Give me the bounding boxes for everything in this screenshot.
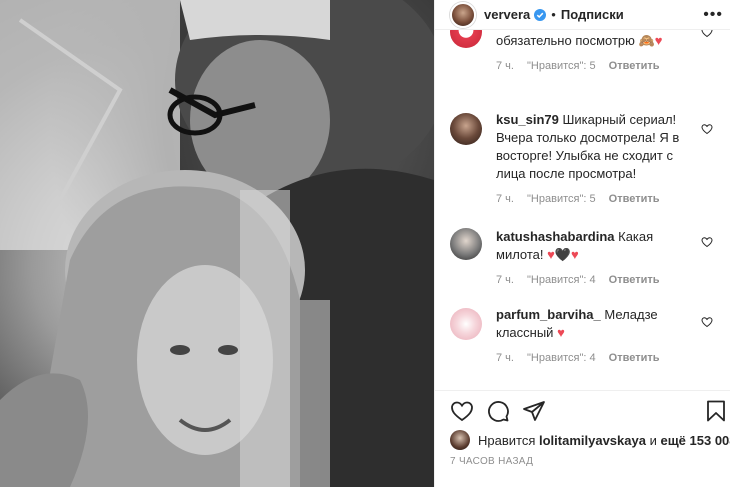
comment-time: 7 ч. [496,60,514,72]
commenter-username[interactable]: katushashabardina [496,229,615,244]
comment-likes[interactable]: "Нравится": 5 [527,193,596,205]
comment-meta: 7 ч. "Нравится": 4 Ответить [496,274,670,286]
like-comment-heart-icon[interactable] [701,316,713,328]
likes-middle: и [649,432,657,448]
share-direct-icon[interactable] [522,399,546,423]
comment-emoji: ♥🖤♥ [547,247,579,262]
commenter-username[interactable]: ksu_sin79 [496,112,559,127]
following-button[interactable]: Подписки [561,7,624,22]
comment-body: parfum_barviha_ Меладзе классный ♥ [496,306,701,342]
post-photo[interactable] [0,0,434,487]
commenter-avatar[interactable] [450,228,482,260]
reply-button[interactable]: Ответить [609,193,660,205]
likes-prefix: Нравится [478,432,536,448]
likes-summary: Нравится lolitamilyavskaya и ещё 153 008 [450,430,730,450]
post-header: ververa • Подписки ••• [435,0,730,30]
like-comment-heart-icon[interactable] [701,236,713,248]
post-time-ago[interactable]: 7 ЧАСОВ НАЗАД [450,456,533,467]
liker-username[interactable]: lolitamilyavskaya [539,433,646,448]
like-comment-heart-icon[interactable] [701,123,713,135]
likes-count[interactable]: ещё 153 008 [660,433,730,448]
comment-body: katushashabardina Какая милота! ♥🖤♥ [496,228,701,264]
comment-body: lolitamilyavskaya Спасибо! обязательно п… [496,30,701,50]
author-username[interactable]: ververa [484,7,530,22]
comment-time: 7 ч. [496,274,514,286]
comment-time: 7 ч. [496,193,514,205]
photo-illustration [0,0,434,487]
author-avatar[interactable] [450,1,476,28]
comment-likes[interactable]: "Нравится": 4 [527,274,596,286]
more-options-icon[interactable]: ••• [703,6,723,24]
reply-button[interactable]: Ответить [609,60,660,72]
reply-button[interactable]: Ответить [609,352,660,364]
reply-button[interactable]: Ответить [609,274,660,286]
comment-meta: 7 ч. "Нравится": 5 Ответить [496,193,670,205]
comment-likes[interactable]: "Нравится": 4 [527,352,596,364]
comment-text: Спасибо! обязательно посмотрю [496,33,635,48]
commenter-username[interactable]: parfum_barviha_ [496,307,601,322]
comment-meta: 7 ч. "Нравится": 4 Ответить [496,352,670,364]
save-bookmark-icon[interactable] [704,399,728,423]
comment-emoji: ♥ [557,325,565,340]
comment-bubble-icon[interactable] [486,399,510,423]
comment-time: 7 ч. [496,352,514,364]
verified-badge-icon [534,8,547,21]
comment-likes[interactable]: "Нравится": 5 [527,60,596,72]
like-comment-heart-icon[interactable] [701,30,713,38]
comment-emoji: 🙈♥ [638,33,663,48]
like-heart-icon[interactable] [450,399,474,423]
commenter-avatar[interactable] [450,113,482,145]
post-side-panel: ververa • Подписки ••• lolitamilyavskaya… [434,0,730,487]
comment-meta: 7 ч. "Нравится": 5 Ответить [496,60,670,72]
commenter-avatar[interactable] [450,30,482,48]
comment-body: ksu_sin79 Шикарный сериал! Вчера только … [496,111,701,183]
comments-list[interactable]: lolitamilyavskaya Спасибо! обязательно п… [435,30,730,390]
liker-avatar[interactable] [450,430,470,450]
commenter-avatar[interactable] [450,308,482,340]
action-bar [435,390,730,430]
header-separator: • [551,7,556,22]
